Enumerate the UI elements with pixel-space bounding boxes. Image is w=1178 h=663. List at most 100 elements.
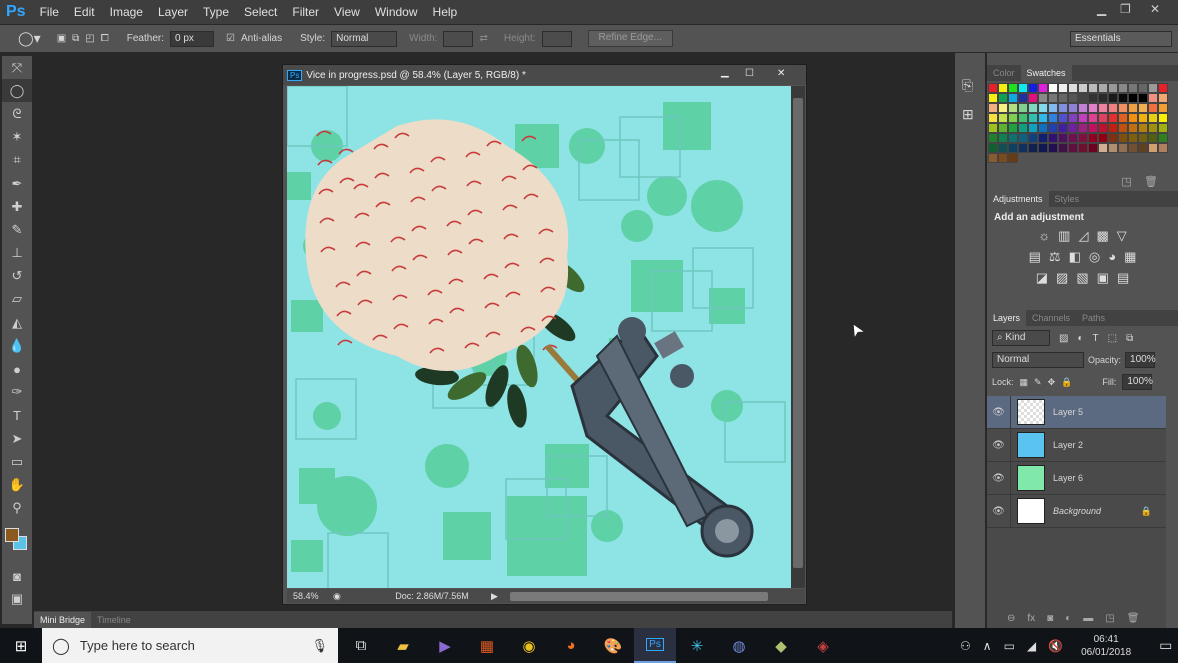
document-title-bar[interactable]: Ps Vice in progress.psd @ 58.4% (Layer 5… [283, 65, 806, 85]
lock-pixels-icon[interactable]: ✎ [1034, 377, 1042, 388]
color-swatch[interactable] [1088, 143, 1098, 153]
tab-channels[interactable]: Channels [1026, 310, 1076, 326]
color-swatch[interactable] [1148, 83, 1158, 93]
color-swatch[interactable] [1158, 103, 1168, 113]
color-swatch[interactable] [1008, 133, 1018, 143]
color-swatch[interactable] [1108, 83, 1118, 93]
pen-tool-icon[interactable]: ✑ [2, 381, 32, 404]
app2-icon[interactable]: ◆ [760, 628, 802, 663]
zoom-tool-icon[interactable]: ⚲ [2, 497, 32, 520]
menu-image[interactable]: Image [110, 5, 143, 19]
color-swatch[interactable] [1108, 113, 1118, 123]
color-swatch[interactable] [1108, 143, 1118, 153]
color-swatch[interactable] [1008, 113, 1018, 123]
layer-row[interactable]: 👁 Layer 6 [987, 462, 1166, 495]
color-swatch[interactable] [1158, 123, 1168, 133]
color-swatch[interactable] [1048, 143, 1058, 153]
color-swatch[interactable] [1158, 83, 1168, 93]
color-swatch[interactable] [988, 83, 998, 93]
menu-help[interactable]: Help [433, 5, 458, 19]
color-swatch[interactable] [988, 143, 998, 153]
canvas[interactable] [287, 86, 791, 588]
color-swatch[interactable] [1138, 83, 1148, 93]
firefox-icon[interactable]: ◕ [550, 628, 592, 663]
style-select[interactable]: Normal [331, 30, 398, 47]
color-swatch[interactable] [1148, 93, 1158, 103]
filter-smart-object-icon[interactable]: ⧉ [1126, 333, 1133, 344]
microphone-icon[interactable]: 🎙 [311, 638, 328, 654]
tab-timeline[interactable]: Timeline [91, 615, 137, 625]
black-white-icon[interactable]: ◧ [1069, 249, 1081, 265]
visibility-eye-icon[interactable]: 👁 [987, 396, 1011, 428]
color-swatch[interactable] [1068, 93, 1078, 103]
color-swatch[interactable] [998, 103, 1008, 113]
tab-color[interactable]: Color [987, 65, 1021, 81]
color-swatch[interactable] [1118, 83, 1128, 93]
color-swatch[interactable] [1038, 113, 1048, 123]
antialias-checkbox[interactable]: ☑ [226, 33, 235, 44]
doc-close-icon[interactable]: ✕ [777, 68, 785, 79]
close-icon[interactable]: ✕ [1150, 2, 1160, 16]
color-swatch[interactable] [1068, 143, 1078, 153]
feather-input[interactable]: 0 px [170, 30, 214, 47]
new-swatch-icon[interactable]: ◳ [1121, 176, 1131, 188]
tab-paths[interactable]: Paths [1076, 310, 1111, 326]
channel-mixer-icon[interactable]: ◕ [1108, 249, 1116, 265]
color-swatch[interactable] [1058, 123, 1068, 133]
delete-layer-icon[interactable]: 🗑 [1127, 613, 1140, 624]
color-swatch[interactable] [1148, 113, 1158, 123]
color-swatch[interactable] [1088, 123, 1098, 133]
layer-name[interactable]: Layer 2 [1053, 440, 1083, 450]
color-swatch[interactable] [1028, 83, 1038, 93]
color-swatch[interactable] [1138, 103, 1148, 113]
clock[interactable]: 06:41 06/01/2018 [1081, 633, 1131, 659]
color-swatch[interactable] [1038, 103, 1048, 113]
color-swatch[interactable] [1018, 133, 1028, 143]
color-swatch[interactable] [1108, 133, 1118, 143]
color-swatch[interactable] [1028, 113, 1038, 123]
color-swatch[interactable] [988, 113, 998, 123]
color-swatch[interactable] [1078, 123, 1088, 133]
color-swatch[interactable] [1048, 103, 1058, 113]
color-swatch[interactable] [988, 123, 998, 133]
color-swatch[interactable] [1078, 83, 1088, 93]
layer-name[interactable]: Background [1053, 506, 1101, 516]
paint-bucket-tool-icon[interactable]: ◭ [2, 311, 32, 334]
color-swatch[interactable] [1058, 133, 1068, 143]
color-swatch[interactable] [1008, 93, 1018, 103]
doc-minimize-icon[interactable]: ▁ [721, 67, 729, 78]
color-swatch[interactable] [1148, 143, 1158, 153]
color-swatch[interactable] [1058, 103, 1068, 113]
foreground-color-swatch[interactable] [5, 527, 19, 542]
color-swatch[interactable] [1098, 123, 1108, 133]
marquee-ellipse-tool-icon[interactable]: ◯ [2, 79, 32, 103]
link-layers-icon[interactable]: ⊖ [1007, 613, 1015, 624]
color-swatch[interactable] [998, 153, 1008, 163]
invert-icon[interactable]: ◪ [1036, 270, 1048, 286]
menu-type[interactable]: Type [203, 5, 229, 19]
zoom-level[interactable]: 58.4% [287, 591, 333, 601]
filter-adjustment-icon[interactable]: ◐ [1077, 333, 1083, 344]
color-swatch[interactable] [1048, 133, 1058, 143]
paint-icon[interactable]: 🎨 [592, 628, 634, 663]
photoshop-taskbar-icon[interactable]: Ps [634, 628, 676, 663]
color-swatch[interactable] [1028, 143, 1038, 153]
tab-adjustments[interactable]: Adjustments [987, 191, 1049, 207]
eraser-tool-icon[interactable]: ▱ [2, 288, 32, 311]
app3-icon[interactable]: ◈ [802, 628, 844, 663]
color-swatch[interactable] [1038, 143, 1048, 153]
move-tool-icon[interactable]: ⤧ [2, 56, 32, 79]
color-swatch[interactable] [1058, 83, 1068, 93]
horizontal-scrollbar[interactable] [509, 591, 768, 601]
status-globe-icon[interactable]: ◉ [333, 591, 373, 602]
tab-layers[interactable]: Layers [987, 310, 1027, 326]
wifi-icon[interactable]: ◢ [1027, 639, 1036, 653]
color-swatch[interactable] [1008, 83, 1018, 93]
intersect-selection-icon[interactable]: ⧠ [101, 33, 109, 44]
height-input[interactable] [541, 30, 572, 47]
color-swatch[interactable] [1148, 133, 1158, 143]
new-layer-icon[interactable]: ◳ [1105, 613, 1114, 624]
hue-saturation-icon[interactable]: ▤ [1029, 249, 1041, 265]
menu-window[interactable]: Window [375, 5, 418, 19]
color-swatch[interactable] [1158, 93, 1168, 103]
